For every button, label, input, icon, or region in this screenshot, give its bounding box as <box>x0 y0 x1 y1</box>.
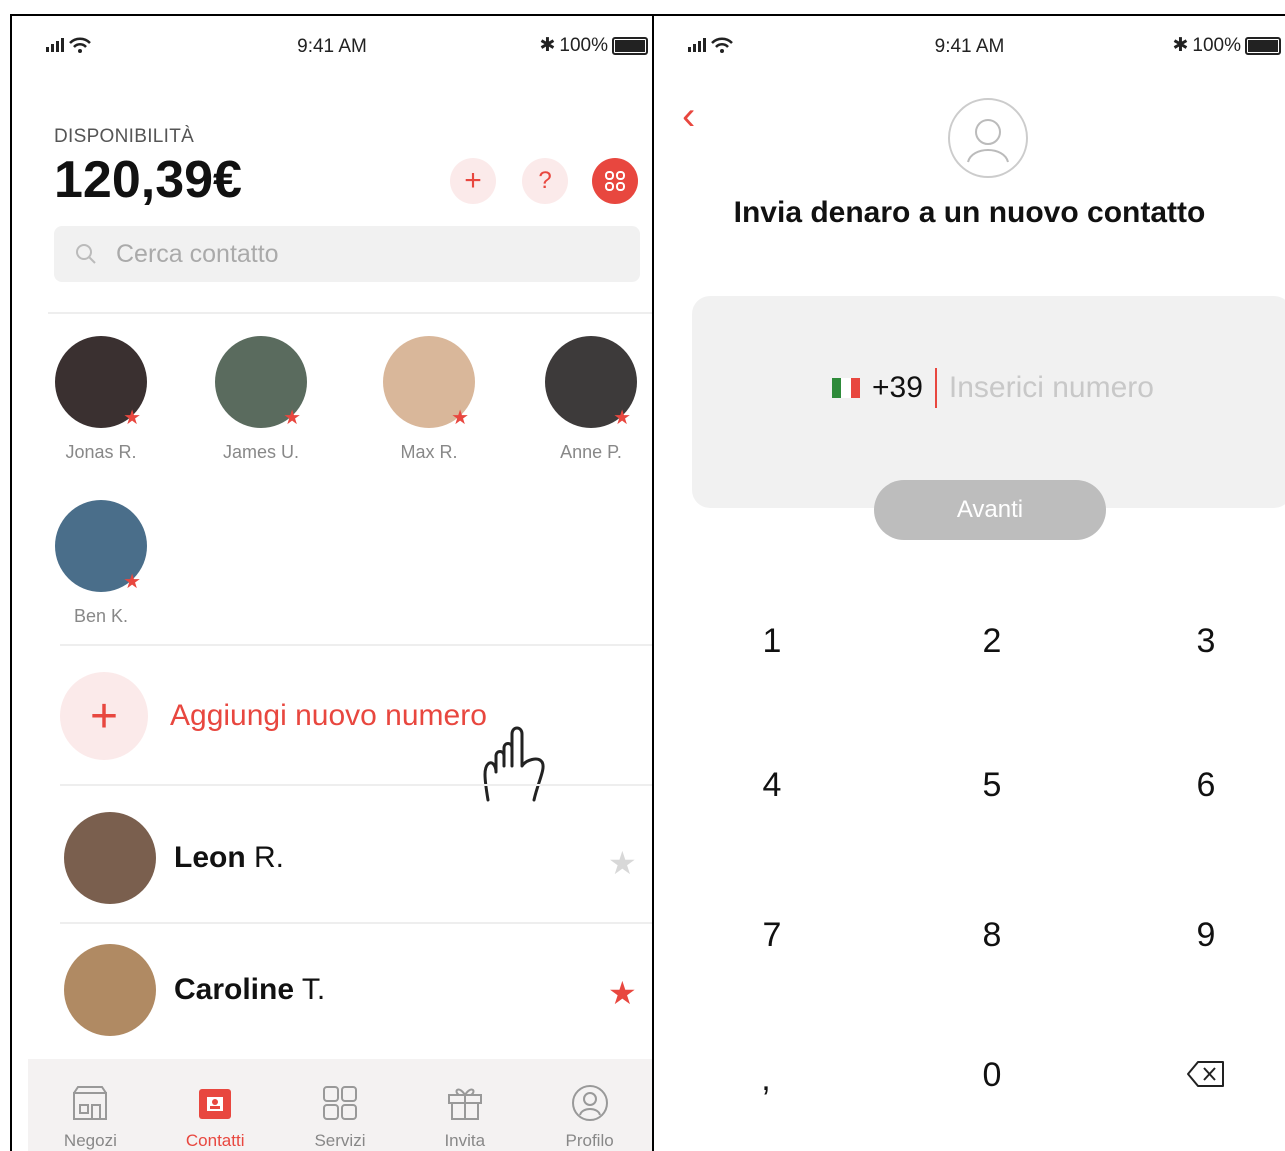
question-icon: ? <box>538 167 552 194</box>
balance-label: DISPONIBILITÀ <box>54 126 195 147</box>
tab-negozi[interactable]: Negozi <box>35 1083 145 1151</box>
star-icon: ★ <box>451 407 469 429</box>
avatar: ★ <box>55 500 147 593</box>
star-icon[interactable]: ★ <box>608 844 637 882</box>
favorite-contact[interactable]: ★ Anne P. <box>536 336 646 463</box>
shop-icon <box>73 1086 108 1120</box>
contact-row[interactable]: Caroline T. <box>64 944 325 1036</box>
bluetooth-icon: ✱ <box>539 35 556 56</box>
divider <box>48 312 652 314</box>
favorite-contact[interactable]: ★ Jonas R. <box>46 336 156 463</box>
avatar: ★ <box>55 336 147 429</box>
tab-label: Invita <box>444 1131 486 1150</box>
key-3[interactable]: 3 <box>1166 622 1246 661</box>
star-icon: ★ <box>123 407 141 429</box>
text-cursor <box>934 368 937 408</box>
contact-name: Leon R. <box>174 841 285 874</box>
tab-label: Contatti <box>185 1131 245 1150</box>
key-2[interactable]: 2 <box>952 622 1032 661</box>
battery-indicator: ✱ 100% <box>1172 34 1281 57</box>
tab-invita[interactable]: Invita <box>410 1083 520 1151</box>
star-icon: ★ <box>123 571 141 593</box>
phone-number-input[interactable]: Inserici numero <box>949 371 1154 405</box>
phone-input-row[interactable]: +39 Inserici numero <box>832 368 1154 408</box>
key-1[interactable]: 1 <box>732 622 812 661</box>
backspace-button[interactable] <box>1166 1058 1246 1097</box>
search-bar[interactable]: Cerca contatto <box>54 226 640 282</box>
star-icon[interactable]: ★ <box>608 974 637 1012</box>
tab-contatti[interactable]: Contatti <box>160 1083 270 1151</box>
favorite-name: James U. <box>222 442 300 462</box>
back-chevron-icon[interactable]: ‹ <box>682 94 695 139</box>
balance-amount: 120,39€ <box>54 151 242 209</box>
key-6[interactable]: 6 <box>1166 766 1246 805</box>
star-icon: ★ <box>283 407 301 429</box>
favorite-contact[interactable]: ★ Max R. <box>374 336 484 463</box>
key-4[interactable]: 4 <box>732 766 812 805</box>
key-8[interactable]: 8 <box>952 916 1032 955</box>
battery-percent: 100% <box>559 34 608 56</box>
key-comma[interactable]: , <box>726 1060 806 1099</box>
avatar-placeholder-icon <box>948 98 1028 178</box>
tab-profilo[interactable]: Profilo <box>535 1083 645 1151</box>
country-prefix[interactable]: +39 <box>872 371 923 405</box>
italy-flag-icon <box>832 378 860 398</box>
divider <box>60 922 652 924</box>
contacts-screen: 9:41 AM ✱ 100% DISPONIBILITÀ 120,39€ + ?… <box>10 14 654 1151</box>
avatar: ★ <box>215 336 307 429</box>
hand-pointer-icon <box>483 726 545 802</box>
tab-bar: Negozi Contatti Servizi Invita Profilo <box>28 1059 652 1151</box>
star-icon: ★ <box>613 407 631 429</box>
qr-button[interactable] <box>592 158 638 204</box>
help-button[interactable]: ? <box>522 158 568 204</box>
avatar <box>64 944 156 1036</box>
search-input[interactable]: Cerca contatto <box>116 240 279 269</box>
profile-icon <box>571 1085 608 1121</box>
favorite-contact[interactable]: ★ Ben K. <box>46 500 156 627</box>
battery-percent: 100% <box>1192 34 1241 56</box>
battery-icon <box>612 36 648 55</box>
add-button[interactable]: + <box>450 158 496 204</box>
battery-indicator: ✱ 100% <box>539 34 648 57</box>
search-icon <box>76 244 96 264</box>
key-5[interactable]: 5 <box>952 766 1032 805</box>
tab-label: Profilo <box>565 1131 614 1150</box>
key-7[interactable]: 7 <box>732 916 812 955</box>
divider <box>60 644 652 646</box>
tab-label: Servizi <box>314 1131 366 1150</box>
favorite-name: Anne P. <box>560 442 622 462</box>
plus-icon: + <box>60 672 148 760</box>
battery-icon <box>1245 36 1281 55</box>
next-button[interactable]: Avanti <box>874 480 1106 540</box>
services-grid-icon <box>322 1086 357 1120</box>
add-number-label: Aggiungi nuovo numero <box>170 699 487 732</box>
status-bar: 9:41 AM ✱ 100% <box>12 34 652 58</box>
favorite-name: Max R. <box>400 442 458 462</box>
favorite-contact[interactable]: ★ James U. <box>206 336 316 463</box>
favorite-name: Ben K. <box>73 606 129 626</box>
contact-row[interactable]: Leon R. <box>64 812 284 904</box>
phone-input-panel: +39 Inserici numero <box>692 296 1285 508</box>
page-title: Invia denaro a un nuovo contatto <box>733 196 1206 229</box>
contacts-icon <box>199 1089 232 1119</box>
favorite-name: Jonas R. <box>65 442 137 462</box>
backspace-icon <box>1187 1061 1224 1087</box>
tab-servizi[interactable]: Servizi <box>285 1083 395 1151</box>
tab-label: Negozi <box>63 1131 117 1150</box>
avatar: ★ <box>383 336 475 429</box>
qr-icon <box>605 171 625 191</box>
add-number-row[interactable]: + Aggiungi nuovo numero <box>60 672 487 760</box>
key-9[interactable]: 9 <box>1166 916 1246 955</box>
plus-icon: + <box>464 164 482 197</box>
gift-icon <box>447 1088 482 1120</box>
new-contact-screen: 9:41 AM ✱ 100% ‹ Invia denaro a un nuovo… <box>654 14 1285 1151</box>
key-0[interactable]: 0 <box>952 1056 1032 1095</box>
bluetooth-icon: ✱ <box>1172 35 1189 56</box>
contact-name: Caroline T. <box>174 973 326 1006</box>
avatar <box>64 812 156 904</box>
divider <box>60 784 652 786</box>
status-bar: 9:41 AM ✱ 100% <box>654 34 1285 58</box>
avatar: ★ <box>545 336 637 429</box>
